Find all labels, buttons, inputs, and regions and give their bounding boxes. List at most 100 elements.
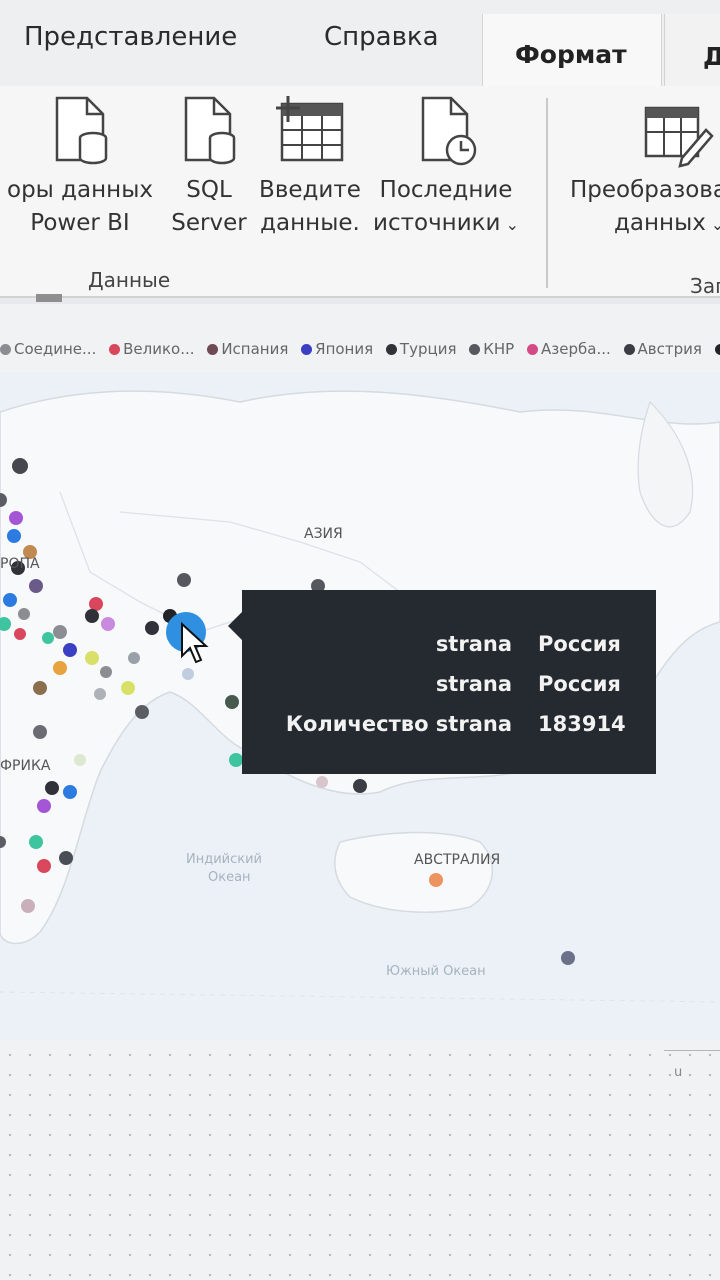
legend-label: Япония [315, 340, 374, 358]
tab-format[interactable]: Формат [482, 14, 662, 88]
map-bubble[interactable] [89, 597, 103, 611]
legend-label: Испания [221, 340, 289, 358]
map-bubble[interactable] [100, 666, 112, 678]
map-label-asia: АЗИЯ [304, 526, 343, 542]
legend-item[interactable]: Турция [385, 340, 457, 358]
dataset-icon [55, 96, 108, 165]
map-bubble[interactable] [101, 617, 115, 631]
map-bubble[interactable] [85, 651, 99, 665]
map-bubble[interactable] [0, 836, 6, 848]
map-tooltip: strana Россия strana Россия Количество s… [228, 590, 656, 774]
legend-item[interactable]: Австрия [623, 340, 702, 358]
map-bubble[interactable] [18, 608, 30, 620]
tooltip-value: 183914 [538, 712, 626, 736]
tab-cut-off[interactable]: Д [664, 14, 720, 88]
map-bubble[interactable] [7, 529, 21, 543]
map-bubble[interactable] [135, 705, 149, 719]
ribbon-panel: оры данных Power BI SQL Server Введите д… [0, 86, 720, 298]
legend-dot [385, 344, 397, 355]
sql-server-button[interactable]: SQL Server [166, 94, 252, 240]
map-bubble[interactable] [33, 725, 47, 739]
legend-dot [109, 344, 121, 355]
powerbi-datasets-button[interactable]: оры данных Power BI [0, 94, 160, 240]
legend-item[interactable]: Велико... [109, 340, 195, 358]
map-bubble[interactable] [0, 617, 11, 631]
map-bubble[interactable] [53, 661, 67, 675]
group-label-cut-off: Заг [690, 274, 720, 298]
powerbi-datasets-line2: Power BI [30, 210, 130, 236]
map-bubble[interactable] [53, 625, 67, 639]
sql-server-icon [184, 96, 236, 165]
map-bubble[interactable] [561, 951, 575, 965]
map-bubble[interactable] [14, 628, 26, 640]
enter-data-icon [276, 96, 344, 162]
legend-item[interactable]: Япония [301, 340, 373, 358]
map-bubble[interactable] [63, 785, 77, 799]
recent-sources-button[interactable]: Последние источники ⌄ [370, 94, 522, 241]
map-bubble[interactable] [85, 609, 99, 623]
map-bubble[interactable] [59, 851, 73, 865]
map-bubble[interactable] [3, 593, 17, 607]
map-bubble[interactable] [182, 668, 194, 680]
map-bubble[interactable] [145, 621, 159, 635]
map-bubble[interactable] [0, 493, 7, 507]
map-bubble[interactable] [42, 632, 54, 644]
legend-item[interactable]: Н [714, 340, 720, 358]
map-bubble[interactable] [225, 695, 239, 709]
legend-label: Велико... [123, 340, 195, 358]
legend-dot [623, 344, 635, 355]
transform-data-line2: данных [614, 210, 706, 236]
tooltip-label: strana [435, 632, 512, 656]
map-bubble[interactable] [353, 779, 367, 793]
tooltip-row: Количество strana 183914 [242, 712, 656, 752]
recent-sources-icon [421, 96, 477, 166]
tooltip-row: strana Россия [242, 672, 656, 712]
tab-view[interactable]: Представление [24, 22, 237, 52]
map-bubble[interactable] [128, 652, 140, 664]
legend-label: Соедине... [14, 340, 97, 358]
legend-item[interactable]: Азерба... [527, 340, 611, 358]
transform-data-icon [644, 106, 714, 168]
map-bubble[interactable] [74, 754, 86, 766]
enter-data-button[interactable]: Введите данные. [256, 94, 364, 240]
legend-item[interactable]: Соедине... [0, 340, 96, 358]
map-label-southern-ocean: Южный Океан [386, 964, 486, 979]
legend-label: Азерба... [541, 340, 611, 358]
chevron-down-icon: ⌄ [710, 215, 720, 234]
ruler-text: u [674, 1065, 683, 1080]
legend-item[interactable]: КНР [469, 340, 514, 358]
map-label-indian-ocean: Индийский [186, 852, 263, 867]
legend-dot [207, 344, 219, 355]
legend-label: Турция [399, 340, 457, 358]
map-bubble[interactable] [29, 579, 43, 593]
tab-help[interactable]: Справка [324, 22, 439, 52]
map-bubble[interactable] [33, 681, 47, 695]
map-bubble[interactable] [121, 681, 135, 695]
transform-data-button[interactable]: Преобразова данных ⌄ [566, 94, 720, 241]
map-bubble[interactable] [29, 835, 43, 849]
map-bubble[interactable] [177, 573, 191, 587]
mouse-cursor-icon [181, 622, 209, 664]
ribbon-resize-handle[interactable] [36, 294, 62, 302]
canvas-grid [0, 1045, 720, 1280]
ribbon-tab-bar: Представление Справка Формат Д [0, 0, 720, 88]
legend-item[interactable]: Испания [207, 340, 288, 358]
legend-label: Австрия [637, 340, 702, 358]
canvas-ruler: u [664, 1050, 720, 1091]
legend-dot [0, 344, 11, 355]
map-bubble[interactable] [316, 776, 328, 788]
map-bubble[interactable] [37, 859, 51, 873]
map-label-africa: ФРИКА [0, 758, 51, 774]
group-label-data: Данные [88, 268, 171, 292]
map-bubble[interactable] [37, 799, 51, 813]
map-bubble[interactable] [429, 873, 443, 887]
map-bubble[interactable] [21, 899, 35, 913]
map-bubble[interactable] [12, 458, 28, 474]
sql-server-line1: SQL [186, 177, 232, 203]
map-bubble[interactable] [229, 753, 243, 767]
map-bubble[interactable] [9, 511, 23, 525]
map-bubble[interactable] [94, 688, 106, 700]
map-bubble[interactable] [63, 643, 77, 657]
tooltip-row: strana Россия [242, 632, 656, 672]
map-bubble[interactable] [45, 781, 59, 795]
